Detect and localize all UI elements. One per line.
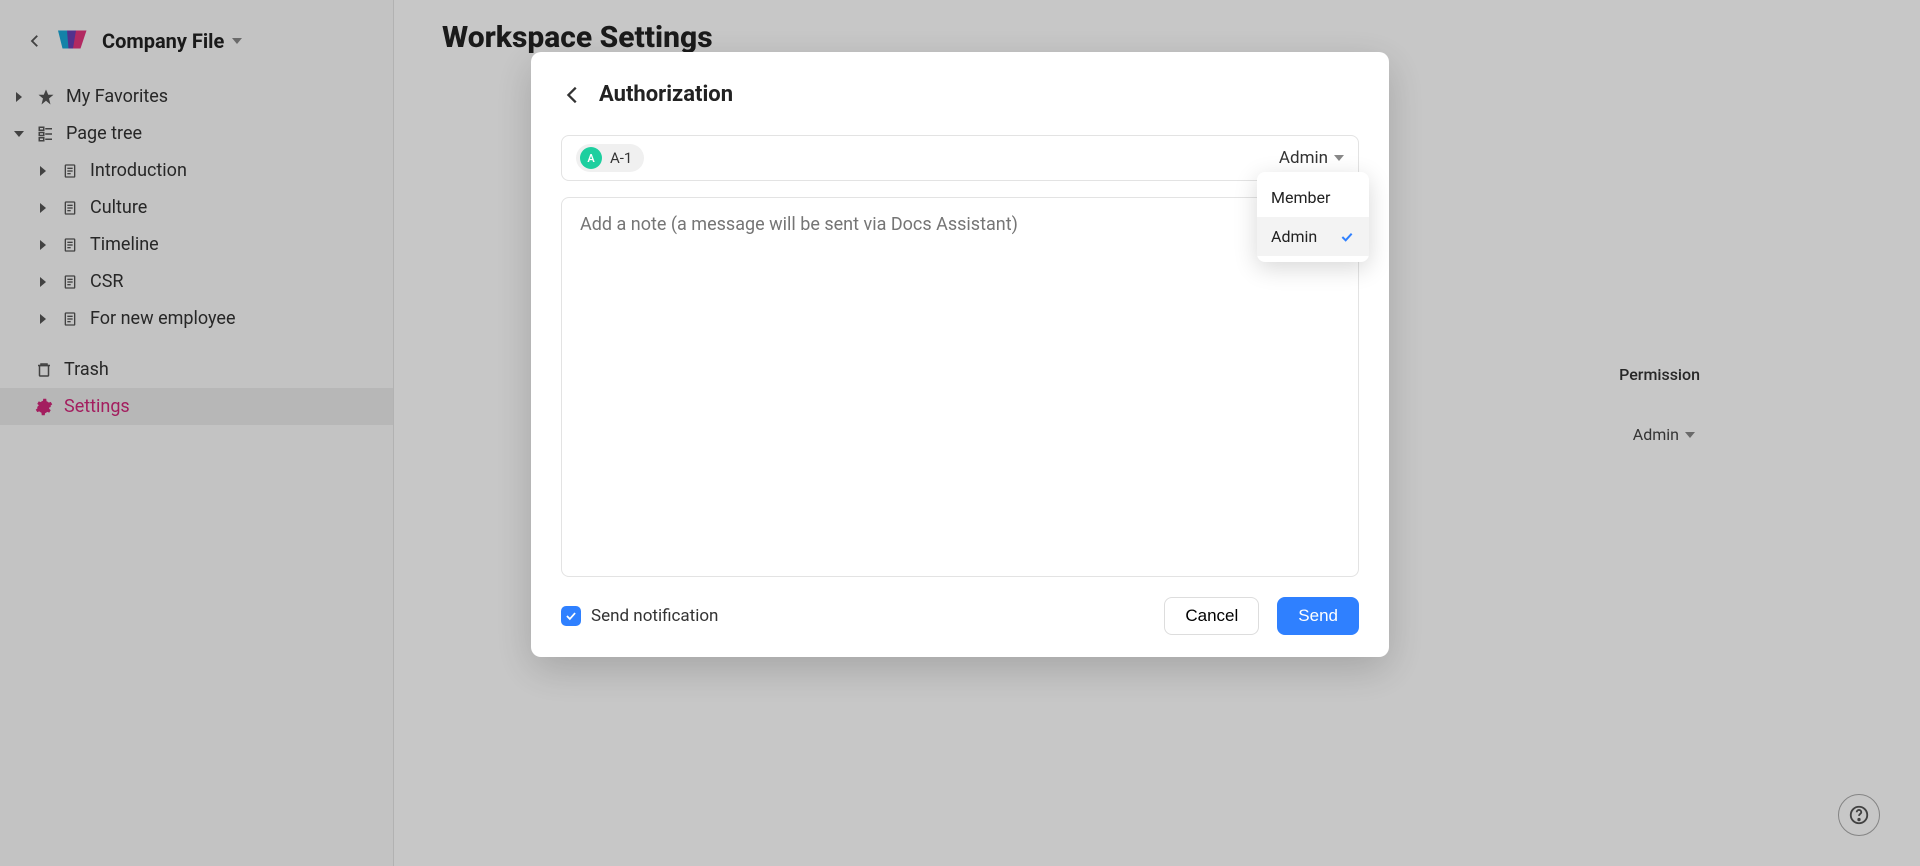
recipient-chip[interactable]: A A-1 xyxy=(576,144,644,172)
modal-back-button[interactable] xyxy=(561,83,585,107)
checkbox-checked-icon xyxy=(561,606,581,626)
modal-title: Authorization xyxy=(599,82,733,107)
send-notification-checkbox[interactable]: Send notification xyxy=(561,606,718,626)
cancel-button[interactable]: Cancel xyxy=(1164,597,1259,635)
send-notification-label: Send notification xyxy=(591,606,718,626)
role-select-label: Admin xyxy=(1279,148,1328,168)
note-textarea[interactable] xyxy=(561,197,1359,577)
recipient-row: A A-1 Admin xyxy=(561,135,1359,181)
recipient-chip-label: A-1 xyxy=(610,149,632,167)
check-icon xyxy=(1339,229,1355,245)
modal-footer: Send notification Cancel Send xyxy=(561,597,1359,635)
role-option-label: Member xyxy=(1271,188,1330,207)
role-option-label: Admin xyxy=(1271,227,1317,246)
role-option-admin[interactable]: Admin xyxy=(1257,217,1369,256)
footer-buttons: Cancel Send xyxy=(1164,597,1359,635)
role-option-member[interactable]: Member xyxy=(1257,178,1369,217)
avatar: A xyxy=(580,147,602,169)
caret-down-icon xyxy=(1334,153,1344,163)
role-popover: Member Admin xyxy=(1257,172,1369,262)
modal-header: Authorization xyxy=(561,82,1359,107)
send-button[interactable]: Send xyxy=(1277,597,1359,635)
role-select[interactable]: Admin xyxy=(1279,148,1344,168)
modal-scrim[interactable]: Authorization A A-1 Admin Send notificat… xyxy=(0,0,1920,866)
authorization-modal: Authorization A A-1 Admin Send notificat… xyxy=(531,52,1389,657)
